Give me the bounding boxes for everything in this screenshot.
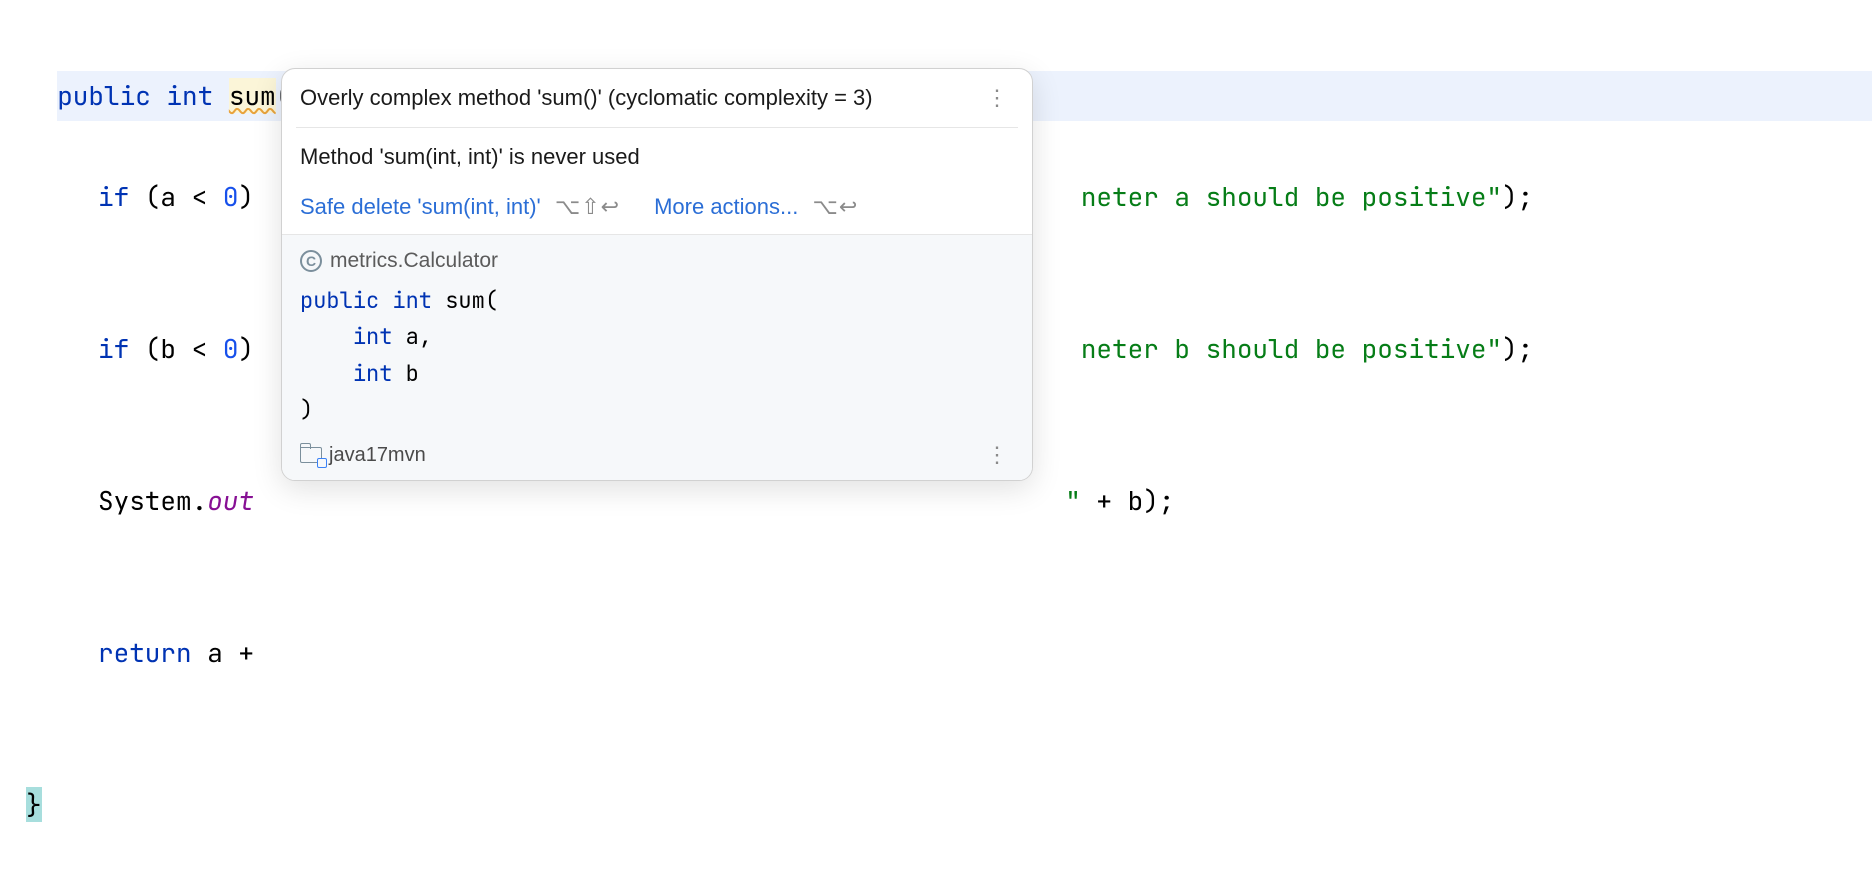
action-more[interactable]: More actions... ⌥↩ — [654, 194, 858, 220]
cond-rest: ) — [238, 331, 269, 366]
number-literal: 0 — [223, 179, 239, 214]
brace-close-highlight: } — [26, 787, 42, 822]
keyword-int: int — [166, 78, 213, 113]
action-safe-delete[interactable]: Safe delete 'sum(int, int)' ⌥⇧↩ — [300, 194, 620, 220]
cond-rest: ) — [238, 179, 269, 214]
keyword-if: if — [98, 331, 129, 366]
more-actions-link[interactable]: More actions... — [654, 194, 798, 219]
system-text: System. — [98, 483, 207, 518]
field-out: out — [207, 483, 254, 518]
string-tail: " — [1065, 483, 1081, 518]
doc-signature: public int sum( int a, int b ) — [300, 283, 1014, 428]
keyword-if: if — [98, 179, 129, 214]
inspection-popup: Overly complex method 'sum()' (cyclomati… — [281, 68, 1033, 481]
doc-footer: java17mvn — [300, 438, 1014, 472]
cond-text: (a < — [129, 179, 223, 214]
inspection-row-2[interactable]: Method 'sum(int, int)' is never used — [300, 140, 1014, 174]
number-literal: 0 — [223, 331, 239, 366]
quick-doc-section: C metrics.Calculator public int sum( int… — [282, 234, 1032, 480]
stmt-tail: + b); — [1081, 483, 1175, 518]
stmt-end: ); — [1502, 179, 1533, 214]
code-line-6[interactable]: } — [26, 780, 1872, 831]
return-rest: a + — [192, 635, 254, 670]
safe-delete-link[interactable]: Safe delete 'sum(int, int)' — [300, 194, 541, 219]
code-line-4[interactable]: System.outxxxxxxxxxxxxxxxxxxxxxxxxxxxxxx… — [26, 476, 1872, 527]
kebab-menu-icon[interactable] — [982, 85, 1014, 111]
stmt-end: ); — [1502, 331, 1533, 366]
safe-delete-shortcut: ⌥⇧↩ — [555, 194, 620, 219]
doc-qualifier: metrics.Calculator — [330, 249, 498, 273]
module-label[interactable]: java17mvn — [300, 444, 426, 467]
more-actions-shortcut: ⌥↩ — [812, 194, 858, 219]
module-folder-icon — [300, 447, 322, 463]
cond-text: (b < — [129, 331, 223, 366]
popup-inspections-section-2: Method 'sum(int, int)' is never used — [282, 128, 1032, 180]
inspection-1-text: Overly complex method 'sum()' (cyclomati… — [300, 85, 873, 111]
class-icon: C — [300, 250, 322, 272]
popup-inspections-section: Overly complex method 'sum()' (cyclomati… — [282, 69, 1032, 127]
method-name-highlight[interactable]: sum — [229, 78, 276, 113]
keyword-return: return — [98, 635, 192, 670]
quick-fix-actions: Safe delete 'sum(int, int)' ⌥⇧↩ More act… — [282, 180, 1032, 234]
doc-header: C metrics.Calculator — [300, 249, 1014, 273]
module-name: java17mvn — [329, 444, 426, 467]
inspection-row-1[interactable]: Overly complex method 'sum()' (cyclomati… — [300, 81, 1014, 115]
inspection-2-text: Method 'sum(int, int)' is never used — [300, 144, 640, 170]
kebab-menu-icon[interactable] — [982, 442, 1014, 468]
string-tail: neter b should be positive" — [1081, 331, 1502, 366]
keyword-public: public — [57, 78, 151, 113]
string-tail: neter a should be positive" — [1081, 179, 1502, 214]
